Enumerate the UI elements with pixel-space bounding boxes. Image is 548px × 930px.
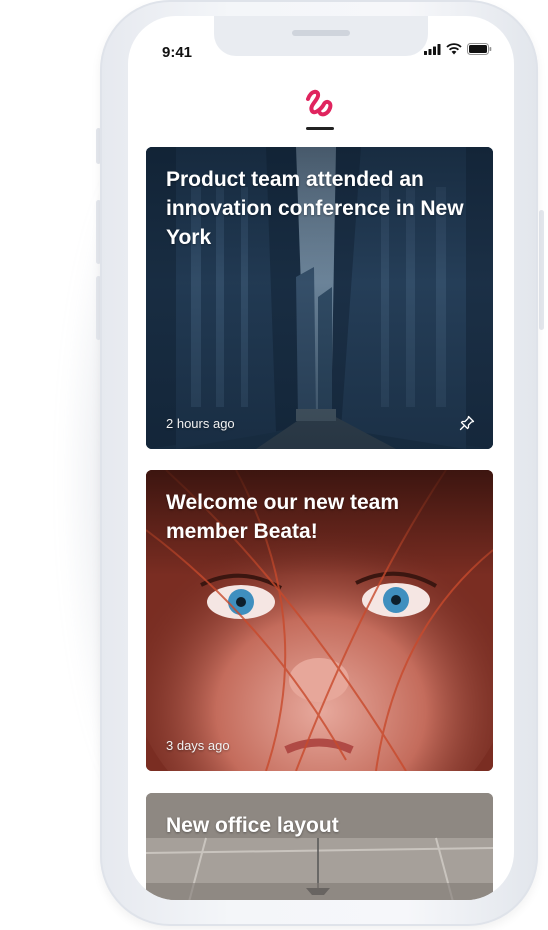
card-timestamp: 2 hours ago — [166, 416, 235, 431]
speaker-grille — [292, 30, 350, 36]
active-tab-indicator — [306, 127, 334, 130]
news-card-welcome[interactable]: Welcome our new team member Beata! 3 day… — [146, 470, 493, 771]
power-button — [539, 210, 544, 330]
card-title: Product team attended an innovation conf… — [166, 168, 464, 249]
phone-screen: 9:41 Product team attended an innovation… — [128, 16, 514, 900]
wifi-icon — [446, 43, 462, 55]
news-card-office[interactable]: New office layout — [146, 793, 493, 900]
notch — [214, 16, 428, 56]
card-timestamp: 3 days ago — [166, 738, 230, 753]
status-icons — [424, 43, 492, 55]
office-interior-image — [146, 793, 493, 900]
status-time: 9:41 — [162, 44, 193, 61]
battery-icon — [467, 43, 492, 55]
pin-icon[interactable] — [459, 415, 475, 431]
card-title: New office layout — [166, 814, 339, 837]
wave-logo-icon — [306, 89, 333, 117]
card-title: Welcome our new team member Beata! — [166, 491, 400, 543]
signal-icon — [424, 43, 441, 55]
stage: 9:41 Product team attended an innovation… — [0, 0, 548, 930]
news-card-conference[interactable]: Product team attended an innovation conf… — [146, 147, 493, 449]
